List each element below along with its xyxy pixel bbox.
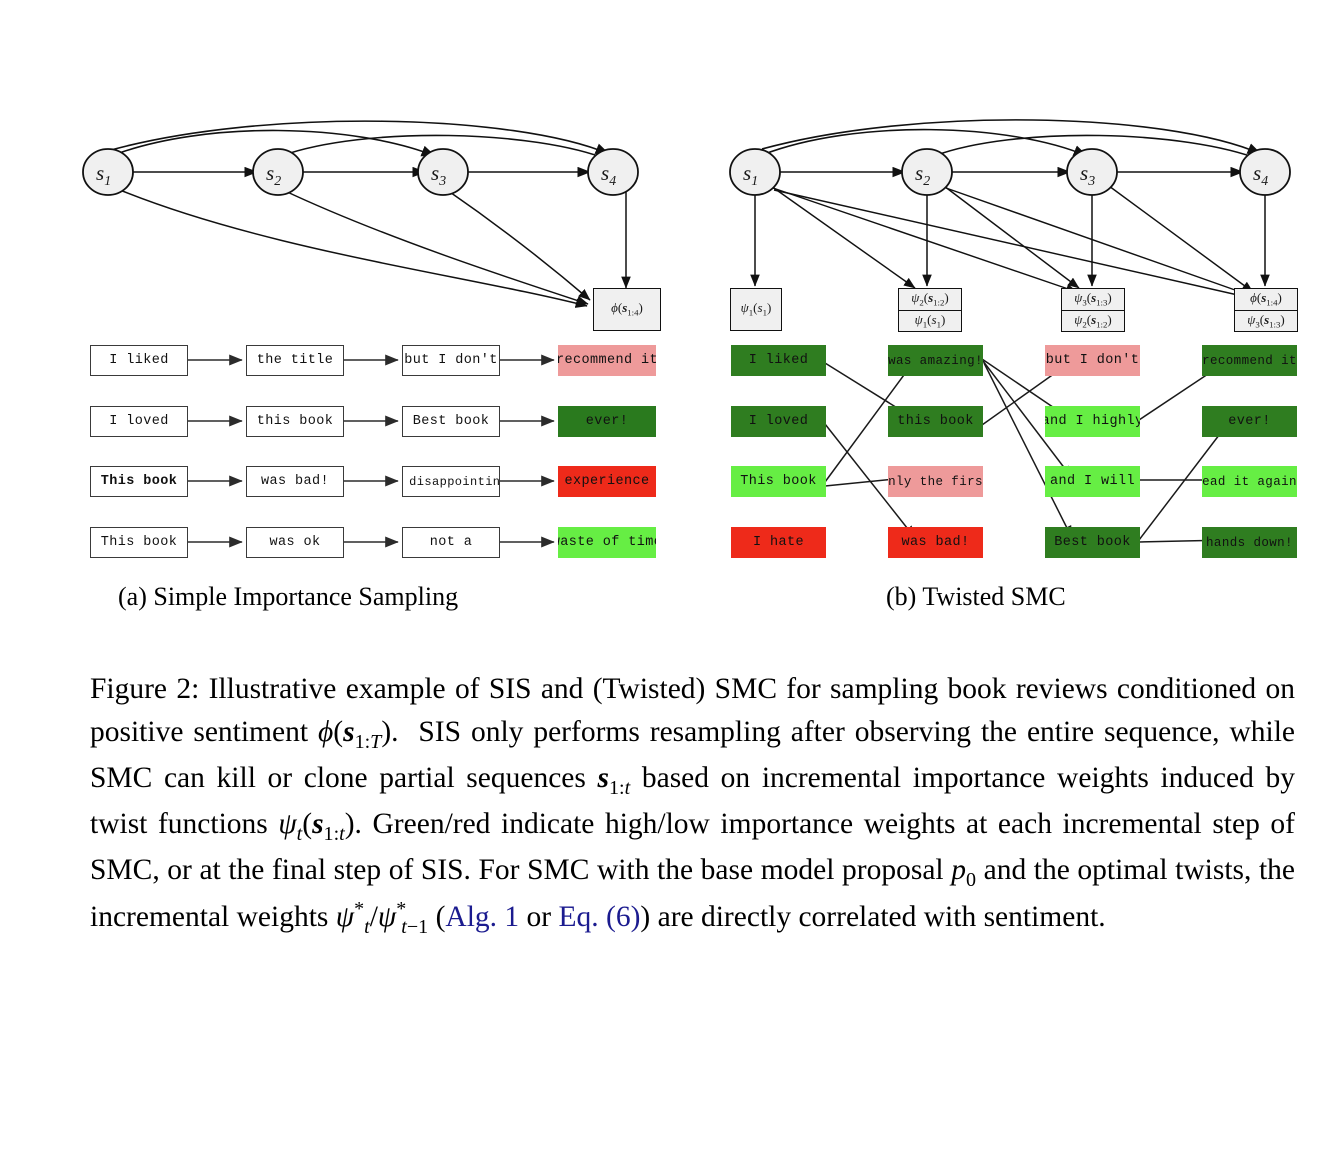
token-box: this book: [888, 406, 983, 437]
token-box: was bad!: [888, 527, 983, 558]
token-box: This book: [90, 466, 188, 497]
token-box: I liked: [90, 345, 188, 376]
token-box: A disappointing: [402, 466, 500, 497]
token-box: This book: [731, 466, 826, 497]
token-box: Best book: [1045, 527, 1140, 558]
caption-link-eq6[interactable]: Eq. (6): [558, 901, 640, 933]
token-box: the title: [246, 345, 344, 376]
figure-2-root: s1 s2 s3 s4 ϕ(s1:4) I liked the title bu…: [0, 0, 1318, 1170]
token-box: I loved: [731, 406, 826, 437]
caption-math-psi-ratio: ψ* t/ψ*t−1: [335, 898, 429, 938]
token-box: hands down!: [1202, 527, 1297, 558]
token-box: and I will: [1045, 466, 1140, 497]
caption-segment-7: or: [519, 901, 559, 934]
figure-caption: Figure 2: Illustrative example of SIS an…: [90, 668, 1295, 942]
panel-twisted-smc: s1 s2 s3 s4 ψ1(s1) ψ2(s1:2) ψ1(s1) ψ3(s1…: [715, 119, 1315, 570]
token-box: I loved: [90, 406, 188, 437]
token-box: experience: [558, 466, 656, 497]
caption-link-alg1[interactable]: Alg. 1: [445, 901, 519, 933]
token-box: recommend it: [1202, 345, 1297, 376]
token-box: I liked: [731, 345, 826, 376]
caption-segment-6: (: [428, 901, 446, 934]
token-box: I hate: [731, 527, 826, 558]
caption-math-s1t: s1:t: [597, 762, 631, 799]
token-box: This book: [90, 527, 188, 558]
subcaption-a: (a) Simple Importance Sampling: [118, 582, 459, 611]
token-box: and I highly: [1045, 406, 1140, 437]
token-box: not a: [402, 527, 500, 558]
token-box: read it again!: [1202, 466, 1297, 497]
caption-math-p0: p0: [951, 854, 976, 892]
token-box: Best book: [402, 406, 500, 437]
token-box: this book: [246, 406, 344, 437]
caption-math-phi-sT: ϕ(s1:T): [317, 715, 392, 753]
token-box: ever!: [558, 406, 656, 437]
subcaption-b: (b) Twisted SMC: [886, 582, 1066, 611]
caption-segment-8: ) are directly correlated with sentiment…: [640, 901, 1106, 934]
panel-simple-importance-sampling: s1 s2 s3 s4 ϕ(s1:4) I liked the title bu…: [82, 120, 685, 570]
token-box: was ok: [246, 527, 344, 558]
token-box: recommend it: [558, 345, 656, 376]
caption-math-psi-t: ψt(s1:t): [278, 808, 355, 845]
token-box: only the first: [888, 466, 983, 497]
token-box: was amazing!: [888, 345, 983, 376]
token-box: was bad!: [246, 466, 344, 497]
token-box: ever!: [1202, 406, 1297, 437]
token-box: but I don't: [1045, 345, 1140, 376]
token-box: but I don't: [402, 345, 500, 376]
token-box: waste of time: [558, 527, 656, 558]
